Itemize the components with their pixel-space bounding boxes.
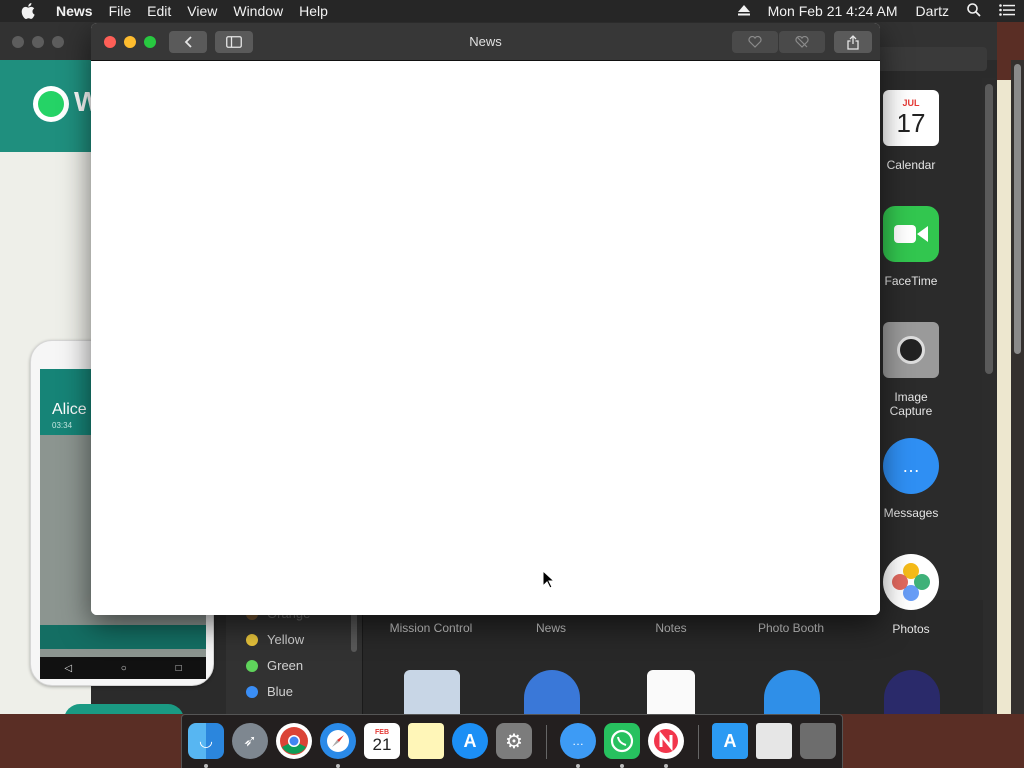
love-button[interactable] xyxy=(732,31,778,53)
app-store-icon[interactable]: A xyxy=(452,723,488,759)
finder-sidebar: Orange Yellow Green Blue xyxy=(226,600,363,714)
notes-icon[interactable] xyxy=(408,723,444,759)
background-page-strip xyxy=(997,80,1011,714)
app-image-capture[interactable]: Image Capture xyxy=(880,322,942,418)
whatsapp-icon[interactable] xyxy=(604,723,640,759)
background-minimize-button[interactable] xyxy=(32,36,44,48)
notification-center-icon[interactable] xyxy=(990,3,1024,19)
app-label-news[interactable]: News xyxy=(491,621,611,635)
system-preferences-icon[interactable]: ⚙ xyxy=(496,723,532,759)
downloads-icon[interactable] xyxy=(756,723,792,759)
app-photos[interactable]: Photos xyxy=(880,554,942,636)
app-calendar[interactable]: JUL 17 Calendar xyxy=(880,90,942,172)
phone-nav-bar: ◁ ○ □ xyxy=(40,657,206,679)
eject-icon[interactable] xyxy=(729,3,759,19)
dock: ◡ ➶ FEB 21 A ⚙ … A xyxy=(181,714,843,768)
menu-view[interactable]: View xyxy=(179,3,225,19)
tag-green[interactable]: Green xyxy=(246,658,303,673)
app-label-photo-booth[interactable]: Photo Booth xyxy=(731,621,851,635)
app-messages[interactable]: … Messages xyxy=(880,438,942,520)
apple-icon[interactable] xyxy=(14,3,42,19)
messages-dock-icon[interactable]: … xyxy=(560,723,596,759)
app-facetime[interactable]: FaceTime xyxy=(880,206,942,288)
home-icon: ○ xyxy=(120,662,127,674)
menu-edit[interactable]: Edit xyxy=(139,3,179,19)
whatsapp-download-button[interactable] xyxy=(64,704,184,714)
facetime-icon xyxy=(883,206,939,262)
recents-icon: □ xyxy=(175,662,182,674)
phone-call-controls xyxy=(40,625,206,649)
photos-icon xyxy=(883,554,939,610)
reminders-app-icon[interactable] xyxy=(647,670,695,714)
applications-folder-icon[interactable]: A xyxy=(712,723,748,759)
spotlight-search-icon[interactable] xyxy=(958,2,990,20)
trash-icon[interactable] xyxy=(800,723,836,759)
back-icon: ◁ xyxy=(64,662,73,674)
mouse-cursor xyxy=(542,569,556,594)
image-capture-icon xyxy=(883,322,939,378)
menubar-user[interactable]: Dartz xyxy=(907,3,958,19)
news-content-area[interactable] xyxy=(91,61,880,615)
finder-icon[interactable]: ◡ xyxy=(188,723,224,759)
app-label-notes[interactable]: Notes xyxy=(611,621,731,635)
tag-yellow[interactable]: Yellow xyxy=(246,632,304,647)
share-icon xyxy=(847,34,859,50)
messages-icon: … xyxy=(883,438,939,494)
news-titlebar: News xyxy=(91,23,880,61)
background-zoom-button[interactable] xyxy=(52,36,64,48)
heart-icon xyxy=(748,36,762,48)
launchpad-icon[interactable]: ➶ xyxy=(232,723,268,759)
menu-bar: News File Edit View Window Help Mon Feb … xyxy=(0,0,1024,22)
background-url-bar[interactable] xyxy=(877,47,987,71)
phone-contact-name: Alice xyxy=(52,401,87,418)
background-page-scrollbar[interactable] xyxy=(1014,64,1021,354)
chrome-icon[interactable] xyxy=(276,723,312,759)
news-icon[interactable] xyxy=(648,723,684,759)
menu-help[interactable]: Help xyxy=(291,3,336,19)
finder-scrollbar[interactable] xyxy=(982,78,996,714)
calendar-dock-icon[interactable]: FEB 21 xyxy=(364,723,400,759)
broken-heart-icon xyxy=(795,36,809,48)
share-button[interactable] xyxy=(834,31,872,53)
tag-blue[interactable]: Blue xyxy=(246,684,293,699)
whatsapp-logo-icon xyxy=(33,86,69,122)
news-window: News xyxy=(91,23,880,615)
phone-time: 03:34 xyxy=(52,421,73,430)
calendar-icon: JUL 17 xyxy=(883,90,939,146)
sidebar-scrollbar[interactable] xyxy=(351,612,357,652)
menu-window[interactable]: Window xyxy=(225,3,291,19)
dislike-button[interactable] xyxy=(779,31,825,53)
safari-icon[interactable] xyxy=(320,723,356,759)
app-label-mission-control[interactable]: Mission Control xyxy=(371,621,491,635)
menu-file[interactable]: File xyxy=(101,3,140,19)
preview-app-icon[interactable] xyxy=(404,670,460,714)
menubar-clock[interactable]: Mon Feb 21 4:24 AM xyxy=(759,3,907,19)
menu-app-name[interactable]: News xyxy=(48,3,101,19)
background-close-button[interactable] xyxy=(12,36,24,48)
